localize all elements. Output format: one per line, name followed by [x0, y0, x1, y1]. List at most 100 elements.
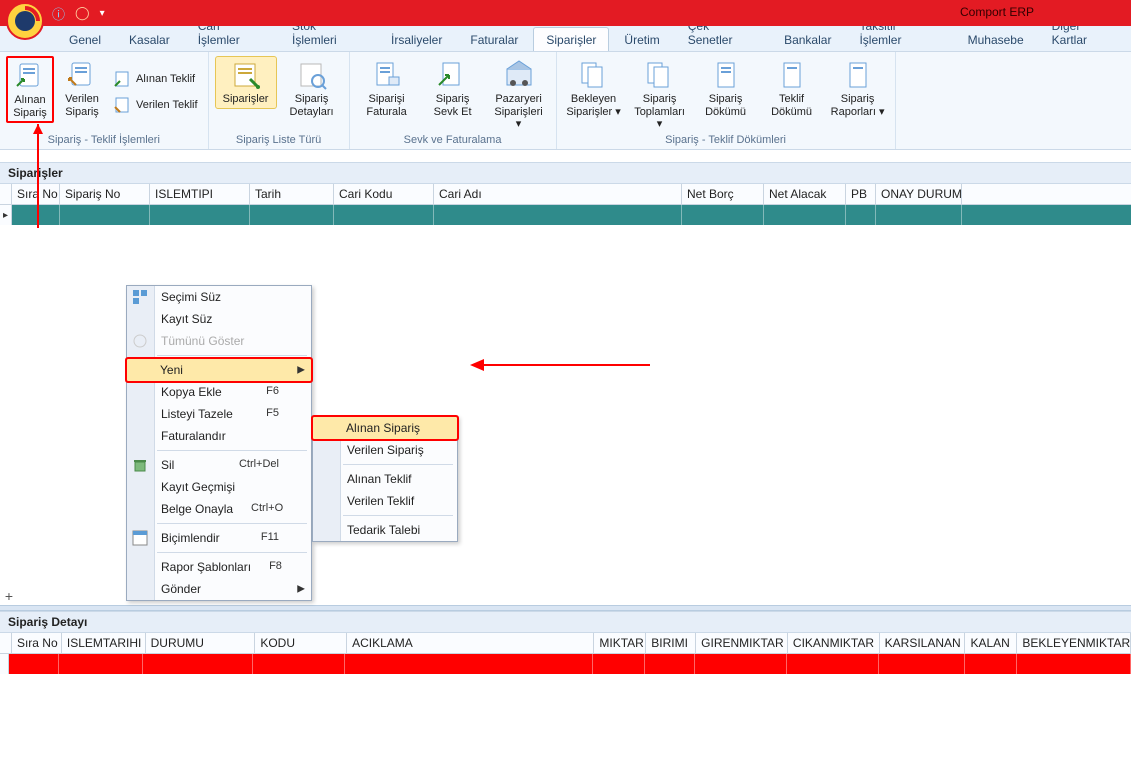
siparis-sevket-button[interactable]: Sipariş Sevk Et	[422, 56, 484, 121]
teklif-dokumu-button[interactable]: Teklif Dökümü	[761, 56, 823, 121]
alinan-siparis-button[interactable]: Alınan Sipariş	[6, 56, 54, 123]
col-header[interactable]: Sipariş No	[60, 184, 150, 204]
verilen-teklif-button[interactable]: Verilen Teklif	[110, 93, 202, 117]
ctx-sub-tedarik-talebi[interactable]: Tedarik Talebi	[313, 519, 457, 541]
bekleyen-siparisler-button[interactable]: Bekleyen Siparişler ▾	[563, 56, 625, 121]
ctx-listeyi-tazele[interactable]: Listeyi TazeleF5	[127, 403, 311, 425]
ctx-rapor-sablonlari[interactable]: Rapor ŞablonlarıF8	[127, 556, 311, 578]
siparisi-faturala-button[interactable]: Siparişi Faturala	[356, 56, 418, 121]
menu-tab-genel[interactable]: Genel	[56, 27, 114, 51]
siparis-detayi-grid[interactable]: Sıra NoISLEMTARIHIDURUMUKODUACIKLAMAMIKT…	[0, 633, 1131, 674]
cell[interactable]	[593, 654, 645, 674]
col-header[interactable]: ISLEMTIPI	[150, 184, 250, 204]
menu-tab-bankalar[interactable]: Bankalar	[771, 27, 844, 51]
col-header[interactable]: Sıra No	[12, 633, 62, 653]
cell[interactable]	[965, 654, 1017, 674]
app-logo	[6, 2, 44, 40]
ctx-secimi-suz[interactable]: Seçimi Süz	[127, 286, 311, 308]
grid-empty-row[interactable]	[0, 654, 1131, 674]
verilen-siparis-button[interactable]: Verilen Sipariş	[58, 56, 106, 121]
col-header[interactable]: DURUMU	[146, 633, 256, 653]
col-header[interactable]: GIRENMIKTAR	[696, 633, 788, 653]
cell[interactable]	[345, 654, 593, 674]
ctx-tumunu-goster[interactable]: Tümünü Göster	[127, 330, 311, 352]
ribbon-group-dokumleri: Bekleyen Siparişler ▾ Sipariş Toplamları…	[557, 52, 896, 149]
context-submenu-yeni[interactable]: Alınan Sipariş Verilen Sipariş Alınan Te…	[312, 416, 458, 542]
cell[interactable]	[143, 654, 253, 674]
ctx-sub-alinan-teklif[interactable]: Alınan Teklif	[313, 468, 457, 490]
cell[interactable]	[787, 654, 879, 674]
cell[interactable]	[695, 654, 787, 674]
cell[interactable]	[876, 205, 962, 225]
ctx-kayit-gecmisi[interactable]: Kayıt Geçmişi	[127, 476, 311, 498]
siparis-raporlari-button[interactable]: Sipariş Raporları ▾	[827, 56, 889, 121]
col-header[interactable]: CIKANMIKTAR	[788, 633, 880, 653]
qat-dropdown-icon[interactable]: ▾	[100, 8, 105, 19]
cell[interactable]	[645, 654, 695, 674]
col-header[interactable]: Tarih	[250, 184, 334, 204]
cell[interactable]	[12, 205, 60, 225]
qat-refresh-icon[interactable]: ◯	[75, 5, 90, 21]
col-header[interactable]: BEKLEYENMIKTAR	[1017, 633, 1131, 653]
qat-info-icon[interactable]: ⓘ	[52, 4, 65, 23]
pazaryeri-siparisleri-button[interactable]: Pazaryeri Siparişleri ▾	[488, 56, 550, 134]
grid-selected-row[interactable]: ▸	[0, 205, 1131, 225]
cell[interactable]	[9, 654, 59, 674]
ctx-bicimlendir[interactable]: BiçimlendirF11	[127, 527, 311, 549]
cell[interactable]	[764, 205, 846, 225]
menu-tab--retim[interactable]: Üretim	[611, 27, 672, 51]
col-header[interactable]: Cari Adı	[434, 184, 682, 204]
ctx-gonder[interactable]: Gönder▶	[127, 578, 311, 600]
cell[interactable]	[434, 205, 682, 225]
ctx-kayit-suz[interactable]: Kayıt Süz	[127, 308, 311, 330]
cell[interactable]	[150, 205, 250, 225]
col-header[interactable]: KARSILANAN	[880, 633, 966, 653]
col-header[interactable]: ISLEMTARIHI	[62, 633, 146, 653]
menu-tab-sipari-ler[interactable]: Siparişler	[533, 27, 609, 51]
col-header[interactable]: BIRIMI	[646, 633, 696, 653]
ctx-kayit-suz-label: Kayıt Süz	[161, 312, 212, 326]
ctx-belge-onayla[interactable]: Belge OnaylaCtrl+O	[127, 498, 311, 520]
titlebar: ⓘ ◯ ▾ Comport ERP	[0, 0, 1131, 26]
siparis-dokumu-button[interactable]: Sipariş Dökümü	[695, 56, 757, 121]
col-header[interactable]: ACIKLAMA	[347, 633, 594, 653]
siparisler-button[interactable]: Siparişler	[215, 56, 277, 109]
ctx-sub-verilen-siparis[interactable]: Verilen Sipariş	[313, 439, 457, 461]
col-header[interactable]: Sıra No	[12, 184, 60, 204]
cell[interactable]	[59, 654, 143, 674]
alinan-teklif-button[interactable]: Alınan Teklif	[110, 67, 202, 91]
cell[interactable]	[846, 205, 876, 225]
ctx-kopya-ekle[interactable]: Kopya EkleF6	[127, 381, 311, 403]
cell[interactable]	[60, 205, 150, 225]
col-header[interactable]: Net Alacak	[764, 184, 846, 204]
menu-tab-kasalar[interactable]: Kasalar	[116, 27, 183, 51]
col-header[interactable]: Net Borç	[682, 184, 764, 204]
ribbon-group-liste-turu: Siparişler Sipariş Detayları Sipariş Lis…	[209, 52, 350, 149]
col-header[interactable]: Cari Kodu	[334, 184, 434, 204]
menu-tab-muhasebe[interactable]: Muhasebe	[955, 27, 1037, 51]
cell[interactable]	[253, 654, 345, 674]
siparis-detaylari-button[interactable]: Sipariş Detayları	[281, 56, 343, 121]
context-menu[interactable]: Seçimi Süz Kayıt Süz Tümünü Göster Yeni …	[126, 285, 312, 601]
cell[interactable]	[682, 205, 764, 225]
col-header[interactable]: KODU	[255, 633, 347, 653]
ctx-sub-verilen-teklif[interactable]: Verilen Teklif	[313, 490, 457, 512]
grid-empty-area[interactable]: + Seçimi Süz Kayıt Süz Tümünü Göster Yen…	[0, 225, 1131, 605]
menu-tab-faturalar[interactable]: Faturalar	[457, 27, 531, 51]
cell[interactable]	[334, 205, 434, 225]
cell[interactable]	[879, 654, 965, 674]
add-row-button[interactable]: +	[2, 589, 16, 603]
ctx-sil[interactable]: SilCtrl+Del	[127, 454, 311, 476]
cell[interactable]	[1017, 654, 1131, 674]
cell[interactable]	[250, 205, 334, 225]
ctx-faturalandir[interactable]: Faturalandır	[127, 425, 311, 447]
ctx-yeni[interactable]: Yeni ▶	[126, 358, 312, 382]
siparisler-grid[interactable]: Sıra NoSipariş NoISLEMTIPITarihCari Kodu…	[0, 184, 1131, 225]
menu-tab-i-rsaliyeler[interactable]: İrsaliyeler	[378, 27, 455, 51]
col-header[interactable]: PB	[846, 184, 876, 204]
col-header[interactable]: MIKTARI	[594, 633, 646, 653]
col-header[interactable]: KALAN	[965, 633, 1017, 653]
col-header[interactable]: ONAY DURUMU	[876, 184, 962, 204]
siparis-toplamlari-button[interactable]: Sipariş Toplamları ▾	[629, 56, 691, 134]
ctx-sub-alinan-siparis[interactable]: Alınan Sipariş	[312, 416, 458, 440]
